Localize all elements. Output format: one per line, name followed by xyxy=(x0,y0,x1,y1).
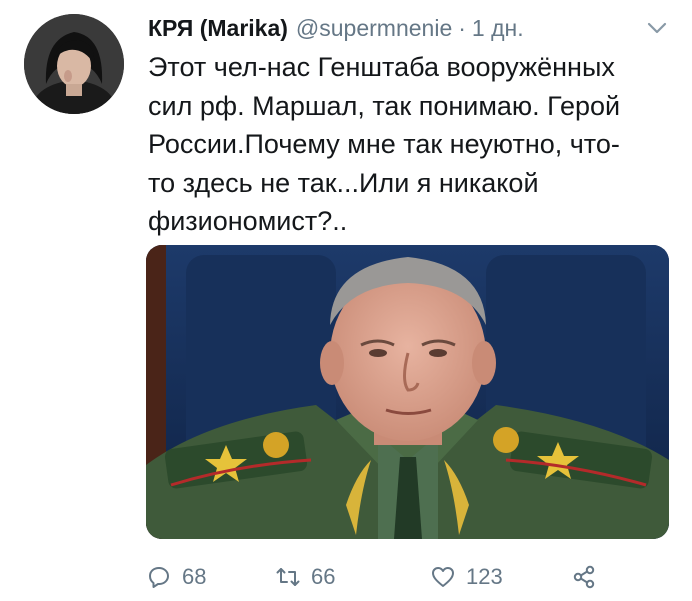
tweet-actions: 68 66 123 xyxy=(146,557,669,597)
retweet-icon xyxy=(276,568,300,586)
retweet-count: 66 xyxy=(311,564,336,589)
tweet-text-line: физиономист?.. xyxy=(148,206,348,236)
reply-button[interactable]: 68 xyxy=(146,557,206,597)
tweet-text-line: то здесь не так...Или я никакой xyxy=(148,167,539,198)
avatar-image xyxy=(24,14,124,114)
chevron-down-icon[interactable] xyxy=(646,20,668,36)
tweet-text-line: России.Почему мне так неуютно, что- xyxy=(148,129,620,159)
share-icon xyxy=(573,565,595,589)
tweet-text: Этот чел-нас Генштаба вооружённых сил рф… xyxy=(148,48,668,241)
like-count: 123 xyxy=(466,564,503,589)
tweet: КРЯ (Marika) @supermnenie · 1 дн. Этот ч… xyxy=(0,0,692,601)
timestamp[interactable]: 1 дн. xyxy=(472,15,524,42)
retweet-button[interactable]: 66 xyxy=(275,557,335,597)
reply-count: 68 xyxy=(182,564,207,589)
display-name[interactable]: КРЯ (Marika) xyxy=(148,15,288,42)
tweet-header: КРЯ (Marika) @supermnenie · 1 дн. xyxy=(148,10,524,46)
reply-icon xyxy=(149,567,169,588)
user-handle[interactable]: @supermnenie xyxy=(296,15,452,42)
separator-dot: · xyxy=(458,14,466,41)
share-button[interactable] xyxy=(571,557,607,597)
heart-icon xyxy=(432,567,454,587)
tweet-photo[interactable] xyxy=(146,245,669,539)
tweet-text-line: Этот чел-нас Генштаба вооружённых xyxy=(148,52,615,82)
tweet-text-line: сил рф. Маршал, так понимаю. Герой xyxy=(148,90,621,121)
photo-image xyxy=(146,245,669,539)
avatar[interactable] xyxy=(24,14,124,114)
like-button[interactable]: 123 xyxy=(430,557,503,597)
